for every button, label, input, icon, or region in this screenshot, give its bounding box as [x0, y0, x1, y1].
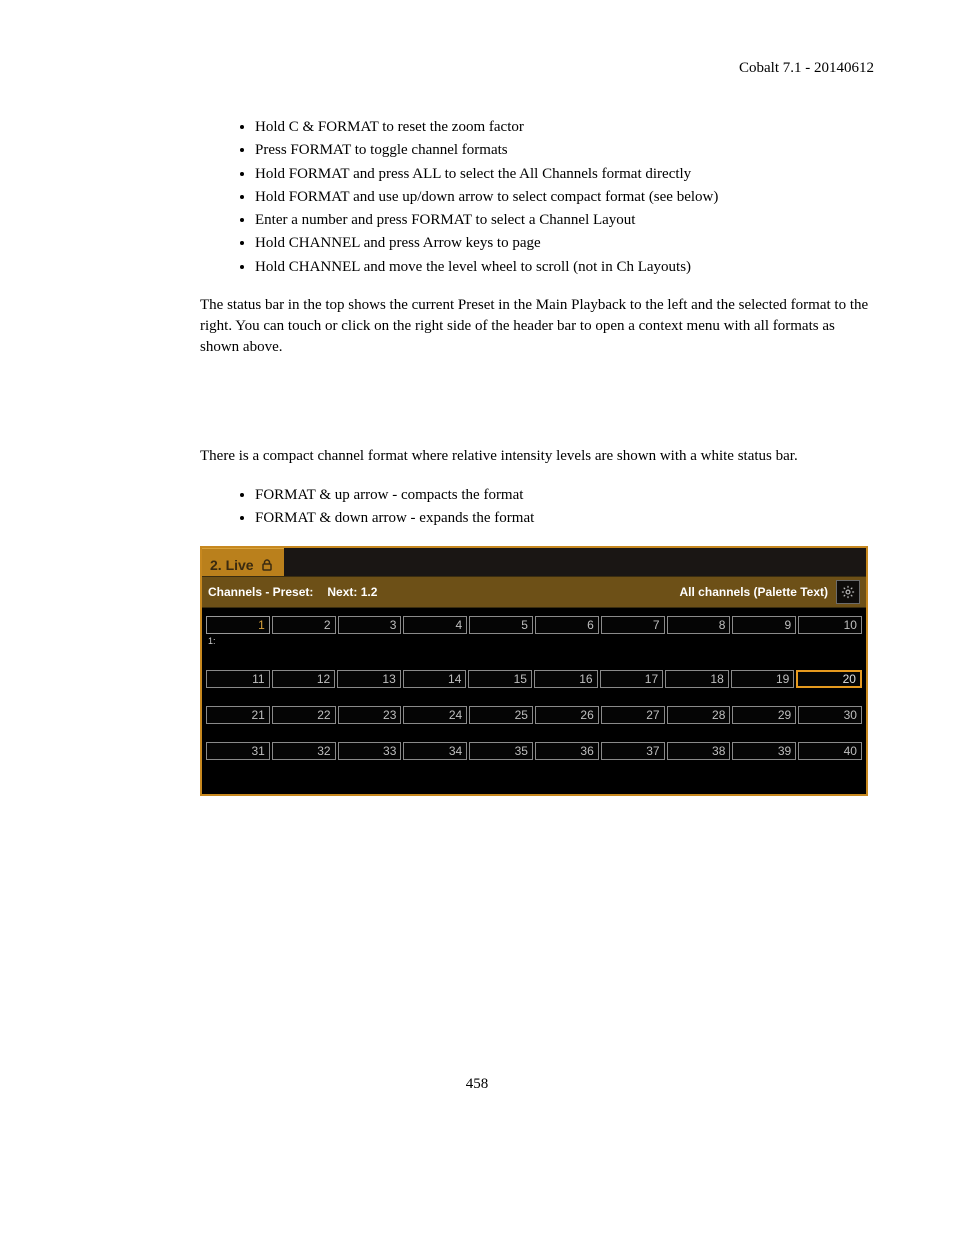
channel-cell[interactable]: 19: [731, 670, 795, 688]
channel-cell[interactable]: 26: [535, 706, 599, 724]
status-format-label: All channels (Palette Text): [680, 585, 828, 599]
channel-cell[interactable]: 36: [535, 742, 599, 760]
channel-cell[interactable]: 16: [534, 670, 598, 688]
paragraph-status-bar: The status bar in the top shows the curr…: [200, 295, 874, 358]
channel-cell[interactable]: 39: [732, 742, 796, 760]
doc-header: Cobalt 7.1 - 20140612: [200, 60, 874, 77]
channel-cell[interactable]: 25: [469, 706, 533, 724]
channel-cell[interactable]: 18: [665, 670, 729, 688]
status-bar[interactable]: Channels - Preset: Next: 1.2 All channel…: [202, 576, 866, 608]
channel-cell[interactable]: 23: [338, 706, 402, 724]
channel-cell[interactable]: 34: [403, 742, 467, 760]
app-screenshot: 2. Live Channels - Preset: Next: 1.2 All…: [200, 546, 868, 796]
channel-cell[interactable]: 32: [272, 742, 336, 760]
channel-cell[interactable]: 27: [601, 706, 665, 724]
channel-cell[interactable]: 6: [535, 616, 599, 634]
channel-subrow: 1:: [206, 634, 862, 648]
channel-cell[interactable]: 31: [206, 742, 270, 760]
lock-icon: [260, 558, 274, 572]
channel-cell[interactable]: 11: [206, 670, 270, 688]
channel-cell[interactable]: 7: [601, 616, 665, 634]
channel-cell[interactable]: 40: [798, 742, 862, 760]
channel-cell[interactable]: 22: [272, 706, 336, 724]
gear-button[interactable]: [836, 580, 860, 604]
tab-live[interactable]: 2. Live: [202, 548, 284, 576]
channel-cell[interactable]: 14: [403, 670, 467, 688]
channel-cell[interactable]: 21: [206, 706, 270, 724]
bullet-list-2: FORMAT & up arrow - compacts the format …: [200, 485, 874, 529]
list-item: Hold CHANNEL and move the level wheel to…: [255, 257, 874, 277]
channel-cell[interactable]: 9: [732, 616, 796, 634]
status-preset-label: Channels - Preset:: [208, 585, 313, 599]
channel-cell[interactable]: 1: [206, 616, 270, 634]
list-item: FORMAT & up arrow - compacts the format: [255, 485, 874, 505]
channel-grid: 1 2 3 4 5 6 7 8 9 10 1: 11 12 13 14: [202, 608, 866, 794]
list-item: Hold FORMAT and press ALL to select the …: [255, 164, 874, 184]
channel-cell[interactable]: 15: [468, 670, 532, 688]
channel-cell[interactable]: 24: [403, 706, 467, 724]
list-item: Enter a number and press FORMAT to selec…: [255, 210, 874, 230]
channel-sublabel: 1:: [206, 634, 273, 648]
channel-cell[interactable]: 20: [796, 670, 862, 688]
channel-cell[interactable]: 12: [272, 670, 336, 688]
channel-cell[interactable]: 5: [469, 616, 533, 634]
list-item: Hold C & FORMAT to reset the zoom factor: [255, 117, 874, 137]
channel-row: 31 32 33 34 35 36 37 38 39 40: [206, 742, 862, 760]
channel-cell[interactable]: 37: [601, 742, 665, 760]
channel-row: 11 12 13 14 15 16 17 18 19 20: [206, 670, 862, 688]
paragraph-compact-format: There is a compact channel format where …: [200, 446, 874, 467]
channel-cell[interactable]: 3: [338, 616, 402, 634]
tab-label: 2. Live: [210, 557, 254, 573]
channel-cell[interactable]: 35: [469, 742, 533, 760]
channel-cell[interactable]: 29: [732, 706, 796, 724]
list-item: Hold FORMAT and use up/down arrow to sel…: [255, 187, 874, 207]
list-item: Hold CHANNEL and press Arrow keys to pag…: [255, 233, 874, 253]
channel-cell[interactable]: 8: [667, 616, 731, 634]
list-item: Press FORMAT to toggle channel formats: [255, 140, 874, 160]
channel-row: 21 22 23 24 25 26 27 28 29 30: [206, 706, 862, 724]
channel-cell[interactable]: 4: [403, 616, 467, 634]
channel-cell[interactable]: 30: [798, 706, 862, 724]
page-number: 458: [80, 1076, 874, 1093]
channel-row: 1 2 3 4 5 6 7 8 9 10: [206, 616, 862, 634]
channel-cell[interactable]: 33: [338, 742, 402, 760]
channel-cell[interactable]: 38: [667, 742, 731, 760]
channel-cell[interactable]: 28: [667, 706, 731, 724]
channel-cell[interactable]: 2: [272, 616, 336, 634]
tab-row: 2. Live: [202, 548, 866, 576]
status-next-label: Next: 1.2: [327, 585, 377, 599]
channel-cell[interactable]: 10: [798, 616, 862, 634]
list-item: FORMAT & down arrow - expands the format: [255, 508, 874, 528]
channel-cell[interactable]: 13: [337, 670, 401, 688]
channel-cell[interactable]: 17: [600, 670, 664, 688]
bullet-list-1: Hold C & FORMAT to reset the zoom factor…: [200, 117, 874, 277]
